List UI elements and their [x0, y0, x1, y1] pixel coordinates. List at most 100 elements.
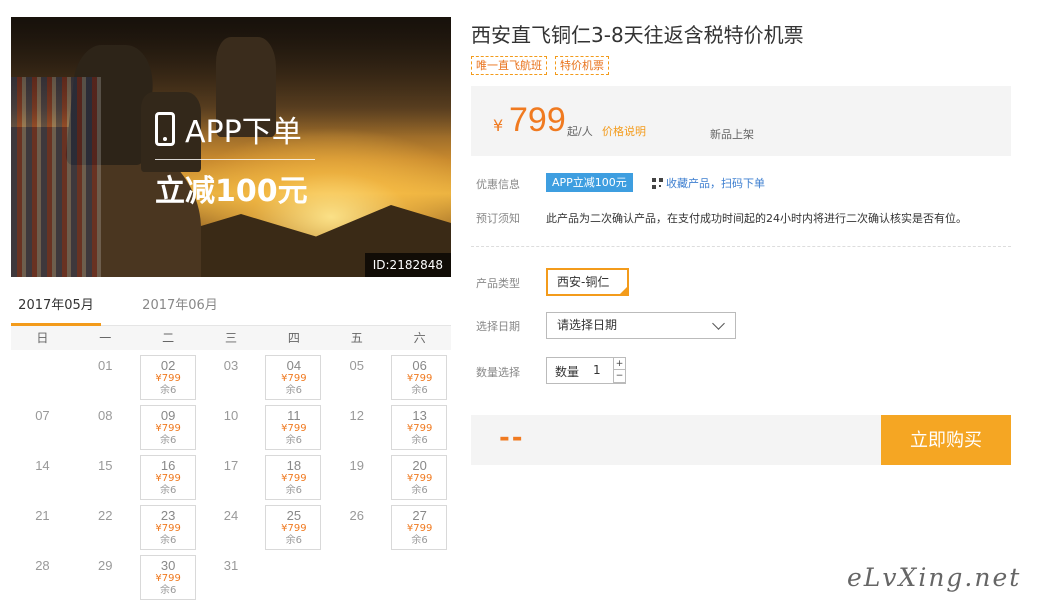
weekday-label: 二 — [162, 331, 175, 345]
calendar-day-available[interactable]: 04 ¥799 余6 — [262, 350, 325, 400]
buy-now-button[interactable]: 立即购买 — [881, 415, 1011, 465]
calendar-day-price: ¥799 — [406, 473, 433, 484]
calendar-day-number: 16 — [160, 458, 176, 473]
tag-special-ticket: 特价机票 — [555, 56, 609, 75]
calendar-day: 05 — [325, 350, 388, 400]
calendar-day-number: 24 — [223, 508, 239, 523]
quantity-stepper: 数量 1 + − — [546, 357, 626, 384]
quantity-increment-button[interactable]: + — [614, 357, 626, 370]
calendar-day-price: ¥799 — [406, 523, 433, 534]
calendar-day-price: ¥799 — [155, 373, 181, 384]
tab-month-may[interactable]: 2017年05月 — [11, 293, 101, 326]
calendar-day: 10 — [200, 400, 263, 450]
product-id-badge: ID:2182848 — [364, 253, 451, 277]
calendar-day-stock: 余6 — [159, 485, 177, 496]
calendar-day-available[interactable]: 11 ¥799 余6 — [262, 400, 325, 450]
calendar-week-row: 01 02 ¥799 余6 03 04 ¥799 余6 05 06 ¥799 余6 — [11, 350, 451, 400]
calendar-day-number: 14 — [35, 458, 50, 473]
calendar-day-available[interactable]: 30 ¥799 余6 — [137, 550, 200, 600]
calendar-day-number: 05 — [349, 358, 364, 373]
calendar-day-price: ¥799 — [281, 523, 307, 534]
calendar-day-number: 06 — [412, 358, 427, 373]
month-tabs: 2017年05月 2017年06月 — [11, 293, 451, 326]
weekday-label: 六 — [413, 331, 426, 345]
date-label: 选择日期 — [476, 320, 520, 333]
calendar-day-stock: 余6 — [159, 535, 177, 546]
tab-month-june[interactable]: 2017年06月 — [135, 293, 225, 326]
calendar-day-stock: 余6 — [159, 385, 177, 396]
weekday-label: 一 — [99, 331, 112, 345]
calendar-day-price: ¥799 — [281, 373, 307, 384]
date-select-value: 请选择日期 — [557, 318, 618, 332]
calendar-day: 19 — [325, 450, 388, 500]
calendar-day-stock: 余6 — [411, 535, 428, 546]
product-title: 西安直飞铜仁3-8天往返含税特价机票 — [471, 23, 804, 47]
mobile-phone-icon — [155, 112, 175, 146]
calendar-grid: 01 02 ¥799 余6 03 04 ¥799 余6 05 06 ¥799 余6 07 08 09 ¥799… — [11, 350, 451, 600]
qr-code-icon — [652, 177, 663, 189]
calendar-day: 31 — [200, 550, 263, 600]
calendar-day-stock: 余6 — [159, 435, 177, 446]
calendar-day-number: 15 — [98, 458, 113, 473]
calendar-day-number: 02 — [160, 358, 176, 373]
calendar-day: 03 — [200, 350, 263, 400]
calendar-day-stock: 余6 — [285, 485, 303, 496]
calendar-day-available[interactable]: 18 ¥799 余6 — [262, 450, 325, 500]
calendar-day-stock: 余6 — [411, 485, 428, 496]
calendar-day-number: 08 — [98, 408, 113, 423]
calendar-day: 15 — [74, 450, 137, 500]
product-type-option[interactable]: 西安-铜仁 — [546, 268, 629, 296]
calendar-day-available[interactable]: 02 ¥799 余6 — [137, 350, 200, 400]
calendar-day-stock: 余6 — [411, 435, 428, 446]
date-select[interactable]: 请选择日期 — [546, 312, 736, 339]
calendar-day-available[interactable]: 23 ¥799 余6 — [137, 500, 200, 550]
quantity-decrement-button[interactable]: − — [614, 370, 626, 383]
calendar-day-available[interactable]: 09 ¥799 余6 — [137, 400, 200, 450]
product-type-label: 产品类型 — [476, 277, 520, 290]
calendar-week-row: 07 08 09 ¥799 余6 10 11 ¥799 余6 12 13 ¥799 余6 — [11, 400, 451, 450]
price-explain-link[interactable]: 价格说明 — [602, 123, 646, 139]
calendar-day-number: 10 — [223, 408, 239, 423]
calendar-day-price: ¥799 — [406, 373, 433, 384]
product-tags: 唯一直飞航班 特价机票 — [471, 56, 609, 75]
calendar-day-available[interactable]: 13 ¥799 余6 — [388, 400, 451, 450]
quantity-value[interactable]: 1 — [593, 363, 601, 377]
calendar-day: 07 — [11, 400, 74, 450]
calendar-empty-cell — [325, 550, 388, 600]
product-hero-image: APP下单 立减100元 ID:2182848 — [11, 17, 451, 277]
calendar-day-available[interactable]: 25 ¥799 余6 — [262, 500, 325, 550]
quantity-inner-label: 数量 — [555, 365, 580, 379]
calendar-day-available[interactable]: 06 ¥799 余6 — [388, 350, 451, 400]
calendar-day-number: 04 — [286, 358, 302, 373]
calendar-day-stock: 余6 — [285, 385, 303, 396]
calendar-day-number: 23 — [160, 508, 176, 523]
calendar-weekday-header: 日 一 二 三 四 五 六 — [11, 326, 451, 350]
calendar-day-number: 25 — [286, 508, 302, 523]
calendar-day: 12 — [325, 400, 388, 450]
promo-divider — [155, 159, 315, 160]
calendar-day: 01 — [74, 350, 137, 400]
calendar-empty-cell — [388, 550, 451, 600]
calendar-day-price: ¥799 — [406, 423, 433, 434]
calendar-day-number: 20 — [412, 458, 427, 473]
calendar-empty-cell — [262, 550, 325, 600]
calendar-day-available[interactable]: 27 ¥799 余6 — [388, 500, 451, 550]
calendar-day-available[interactable]: 20 ¥799 余6 — [388, 450, 451, 500]
calendar-week-row: 28 29 30 ¥799 余6 31 — [11, 550, 451, 600]
calendar-day-number: 03 — [223, 358, 239, 373]
calendar-day-price: ¥799 — [155, 423, 181, 434]
new-arrival-label: 新品上架 — [710, 128, 754, 141]
calendar-day-available[interactable]: 16 ¥799 余6 — [137, 450, 200, 500]
stepper-buttons: + − — [613, 357, 626, 384]
calendar-day: 21 — [11, 500, 74, 550]
weekday-label: 五 — [350, 331, 363, 345]
calendar-day-number: 18 — [286, 458, 302, 473]
tag-direct-flight: 唯一直飞航班 — [471, 56, 547, 75]
favorite-scan-text: 收藏产品，扫码下单 — [666, 177, 765, 190]
total-price: -- — [499, 423, 525, 453]
calendar-day: 29 — [74, 550, 137, 600]
favorite-scan-link[interactable]: 收藏产品，扫码下单 — [652, 175, 765, 191]
site-watermark: eLvXing.net — [847, 563, 1022, 592]
quantity-label: 数量选择 — [476, 366, 520, 379]
app-discount-badge: APP立减100元 — [546, 173, 633, 192]
